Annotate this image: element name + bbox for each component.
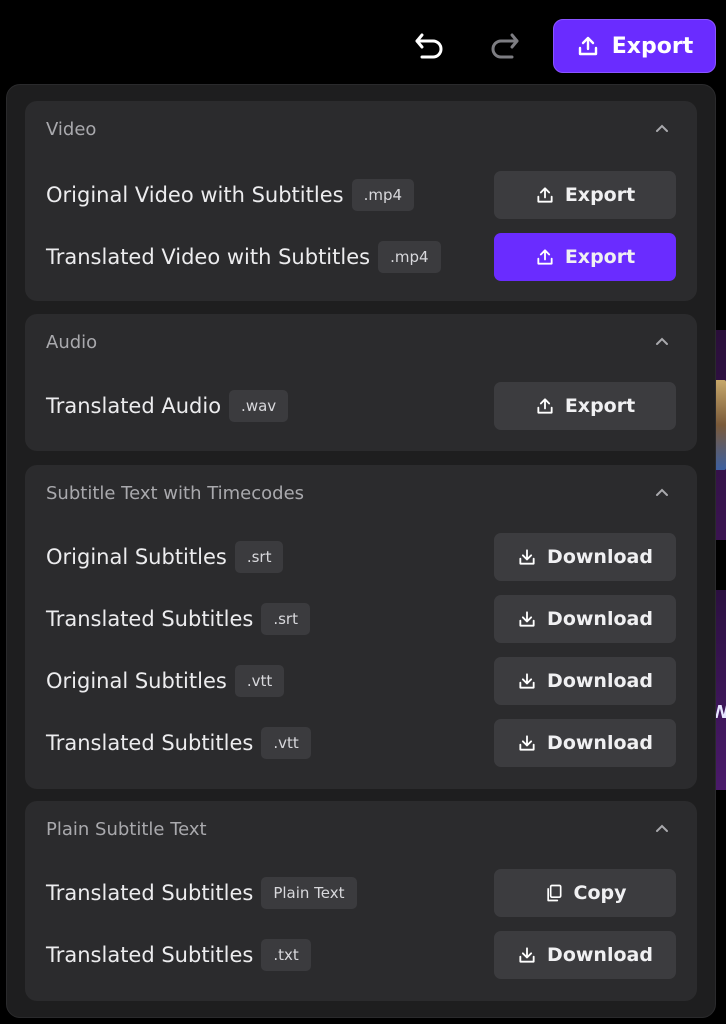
top-toolbar: Export bbox=[0, 0, 726, 92]
format-badge: .srt bbox=[234, 541, 284, 573]
copy-button-label: Copy bbox=[573, 882, 627, 904]
download-icon bbox=[517, 609, 537, 629]
format-badge: .mp4 bbox=[378, 241, 441, 273]
row-label: Translated Audio bbox=[46, 394, 222, 418]
upload-icon bbox=[535, 396, 555, 416]
section-subtitle-timecodes: Subtitle Text with Timecodes Original Su… bbox=[25, 465, 697, 789]
download-button-label: Download bbox=[547, 732, 653, 754]
section-title: Audio bbox=[46, 331, 98, 353]
copy-icon bbox=[544, 883, 564, 903]
collapse-chevron-button[interactable] bbox=[653, 119, 671, 137]
export-button-label: Export bbox=[564, 184, 636, 206]
collapse-chevron-button[interactable] bbox=[653, 483, 671, 501]
export-button-label: Export bbox=[564, 246, 636, 268]
export-menu-label: Export bbox=[611, 33, 694, 59]
list-item: Translated Subtitles Plain Text Copy bbox=[46, 869, 676, 917]
list-item: Translated Audio .wav Export bbox=[46, 382, 676, 430]
format-badge: .txt bbox=[261, 939, 311, 971]
list-item: Translated Video with Subtitles .mp4 Exp… bbox=[46, 233, 676, 281]
export-menu-button[interactable]: Export bbox=[553, 19, 716, 73]
format-badge: .srt bbox=[261, 603, 310, 635]
row-label: Translated Subtitles bbox=[46, 943, 254, 967]
download-icon bbox=[517, 547, 537, 567]
row-label: Original Video with Subtitles bbox=[46, 183, 344, 207]
export-button[interactable]: Export bbox=[494, 171, 676, 219]
format-badge: .mp4 bbox=[351, 179, 415, 211]
download-button[interactable]: Download bbox=[494, 657, 676, 705]
download-button[interactable]: Download bbox=[494, 533, 676, 581]
format-badge: .wav bbox=[229, 390, 289, 422]
download-button-label: Download bbox=[547, 546, 653, 568]
list-item: Original Subtitles .vtt Download bbox=[46, 657, 676, 705]
row-label: Original Subtitles bbox=[46, 545, 227, 569]
list-item: Original Subtitles .srt Download bbox=[46, 533, 676, 581]
section-title: Subtitle Text with Timecodes bbox=[46, 482, 305, 504]
undo-button[interactable] bbox=[410, 26, 450, 66]
row-label: Translated Subtitles bbox=[46, 881, 254, 905]
chevron-up-icon bbox=[656, 824, 668, 832]
list-item: Translated Subtitles .txt Download bbox=[46, 931, 676, 979]
chevron-up-icon bbox=[656, 337, 668, 345]
section-audio: Audio Translated Audio .wav Export bbox=[25, 314, 697, 451]
download-button[interactable]: Download bbox=[494, 719, 676, 767]
section-title: Video bbox=[46, 118, 97, 140]
collapse-chevron-button[interactable] bbox=[653, 819, 671, 837]
export-button[interactable]: Export bbox=[494, 382, 676, 430]
row-label: Original Subtitles bbox=[46, 669, 227, 693]
section-video: Video Original Video with Subtitles .mp4… bbox=[25, 101, 697, 301]
download-button[interactable]: Download bbox=[494, 931, 676, 979]
row-label: Translated Subtitles bbox=[46, 731, 254, 755]
download-button[interactable]: Download bbox=[494, 595, 676, 643]
copy-button[interactable]: Copy bbox=[494, 869, 676, 917]
format-badge: .vtt bbox=[261, 727, 311, 759]
export-button[interactable]: Export bbox=[494, 233, 676, 281]
upload-icon bbox=[535, 247, 555, 267]
list-item: Translated Subtitles .vtt Download bbox=[46, 719, 676, 767]
download-button-label: Download bbox=[547, 944, 653, 966]
chevron-up-icon bbox=[656, 488, 668, 496]
export-button-label: Export bbox=[564, 395, 636, 417]
upload-icon bbox=[535, 185, 555, 205]
redo-button[interactable] bbox=[484, 26, 524, 66]
format-badge: .vtt bbox=[234, 665, 285, 697]
section-title: Plain Subtitle Text bbox=[46, 818, 207, 840]
download-icon bbox=[517, 945, 537, 965]
row-label: Translated Video with Subtitles bbox=[46, 245, 371, 269]
redo-icon bbox=[491, 33, 519, 59]
download-button-label: Download bbox=[547, 670, 653, 692]
download-icon bbox=[517, 671, 537, 691]
export-panel: Video Original Video with Subtitles .mp4… bbox=[6, 84, 716, 1018]
row-label: Translated Subtitles bbox=[46, 607, 254, 631]
download-button-label: Download bbox=[547, 608, 653, 630]
download-icon bbox=[517, 733, 537, 753]
upload-icon bbox=[576, 34, 600, 58]
section-plain-subtitle-text: Plain Subtitle Text Translated Subtitles… bbox=[25, 801, 697, 1001]
list-item: Translated Subtitles .srt Download bbox=[46, 595, 676, 643]
format-badge: Plain Text bbox=[261, 877, 357, 909]
export-screen: W Export Video Original Video with Subti… bbox=[0, 0, 726, 1024]
list-item: Original Video with Subtitles .mp4 Expor… bbox=[46, 171, 676, 219]
chevron-up-icon bbox=[656, 124, 668, 132]
undo-icon bbox=[415, 33, 443, 59]
collapse-chevron-button[interactable] bbox=[653, 332, 671, 350]
